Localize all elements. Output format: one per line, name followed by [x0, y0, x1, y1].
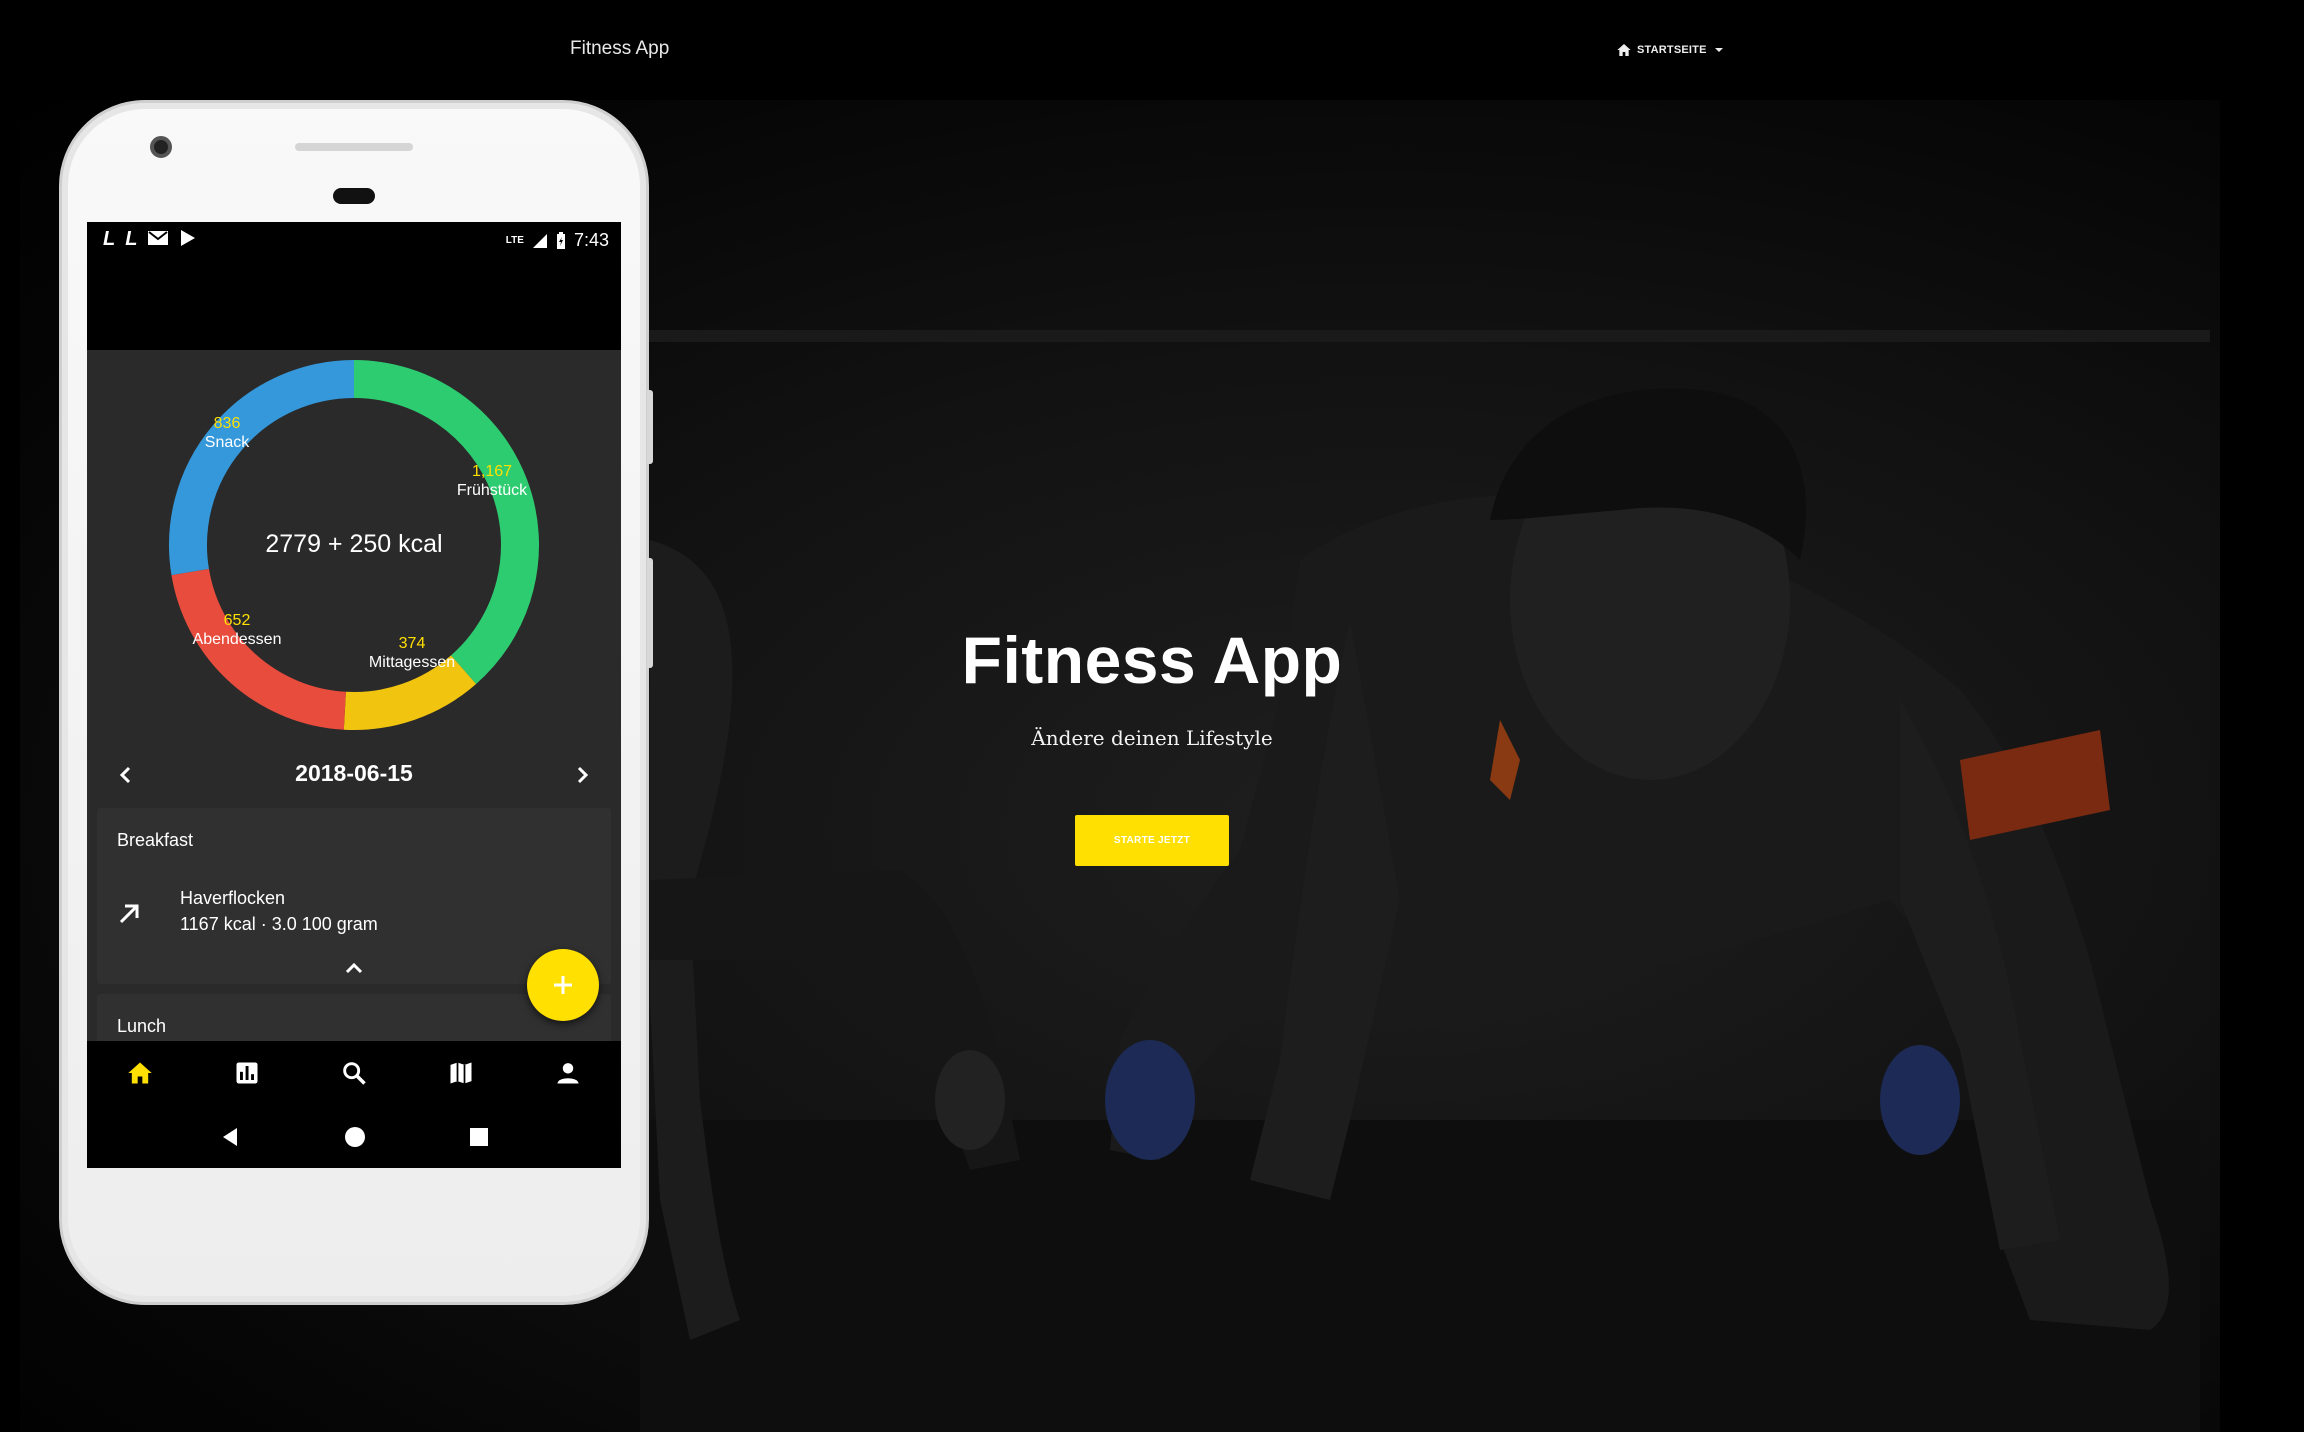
- meal-title: Breakfast: [117, 830, 194, 850]
- system-home-button[interactable]: [344, 1126, 366, 1148]
- nav-map[interactable]: [431, 1043, 491, 1103]
- person-icon: [557, 1063, 579, 1084]
- landing-page: Fitness App STARTSEITE Fitness App Änder…: [0, 0, 2304, 1432]
- status-right: LTE 7:43: [506, 230, 609, 251]
- site-header: [0, 0, 2304, 100]
- food-entry-meta: 1167 kcal · 3.0 100 gram: [180, 914, 378, 934]
- add-entry-button[interactable]: [527, 949, 599, 1021]
- donut-segment-0[interactable]: [353, 360, 539, 684]
- hero-subtitle: Ändere deinen Lifestyle: [1031, 726, 1273, 750]
- diary-content: 2779 + 250 kcal 1,167 Frühstück 374 Mitt…: [87, 350, 621, 1064]
- chevron-down-icon: [1714, 48, 1723, 52]
- map-icon: [450, 1062, 472, 1084]
- hero-title: Fitness App: [961, 623, 1343, 697]
- phone-power-button: [647, 390, 653, 464]
- nav-home[interactable]: [110, 1043, 170, 1103]
- next-day-button[interactable]: [565, 758, 599, 792]
- nav-stats[interactable]: [217, 1043, 277, 1103]
- signal-icon: [532, 233, 547, 248]
- chevron-right-icon: [577, 766, 589, 784]
- start-now-button[interactable]: STARTE JETZT: [1075, 815, 1229, 866]
- date-selector: 2018-06-15: [87, 750, 621, 800]
- notification-icons: L L: [103, 228, 197, 251]
- phone-sensor: [333, 188, 375, 204]
- segment-label-snack: 836 Snack: [204, 415, 250, 451]
- battery-charging-icon: [556, 231, 565, 249]
- calorie-donut-chart: 2779 + 250 kcal 1,167 Frühstück 374 Mitt…: [87, 350, 621, 740]
- play-store-icon: [181, 230, 196, 246]
- recents-icon: [470, 1127, 489, 1146]
- meal-title: Lunch: [117, 1016, 167, 1036]
- back-icon: [222, 1127, 237, 1146]
- phone-volume-button: [647, 558, 653, 668]
- total-calories: 2779 + 250 kcal: [265, 530, 443, 558]
- bottom-navigation: [87, 1041, 621, 1105]
- donut-segment-1[interactable]: [343, 655, 477, 730]
- nav-search[interactable]: [324, 1043, 384, 1103]
- status-time: 7:43: [573, 230, 609, 250]
- nav-profile[interactable]: [538, 1043, 598, 1103]
- nav-home-label: STARTSEITE: [1637, 44, 1707, 56]
- home-icon: [128, 1062, 153, 1084]
- plus-icon: [554, 976, 572, 994]
- notification-l-icon: L: [125, 228, 138, 250]
- phone-screen: L L LTE 7:43 2779 + 250 kcal 1,167 Frühs…: [87, 222, 621, 1168]
- house-icon: [1617, 44, 1631, 56]
- phone-camera: [150, 136, 172, 158]
- stats-icon: [236, 1062, 258, 1084]
- system-recents-button[interactable]: [469, 1127, 489, 1147]
- current-date: 2018-06-15: [295, 760, 413, 786]
- search-icon: [343, 1062, 366, 1085]
- segment-label-abendessen: 652 Abendessen: [192, 612, 282, 648]
- home-circle-icon: [344, 1126, 365, 1147]
- system-navigation-bar: [87, 1105, 621, 1168]
- chevron-up-icon: [345, 962, 363, 974]
- mail-icon: [148, 231, 169, 245]
- notification-l-icon: L: [103, 228, 116, 250]
- system-back-button[interactable]: [219, 1126, 241, 1148]
- phone-speaker: [295, 143, 413, 151]
- collapse-button[interactable]: [337, 956, 371, 980]
- network-type: LTE: [505, 235, 524, 246]
- segment-label-mittagessen: 374 Mittagessen: [368, 635, 456, 671]
- segment-label-fruehstueck: 1,167 Frühstück: [456, 463, 528, 499]
- food-entry-name[interactable]: Haverflocken: [180, 888, 285, 909]
- arrow-up-right-icon[interactable]: [115, 900, 143, 928]
- app-bar: [87, 258, 621, 350]
- status-bar: L L LTE 7:43: [87, 222, 621, 258]
- meal-card-breakfast[interactable]: Breakfast Haverflocken 1167 kcal · 3.0 1…: [97, 808, 611, 984]
- nav-home-menu[interactable]: STARTSEITE: [1616, 42, 1723, 58]
- site-brand[interactable]: Fitness App: [570, 38, 669, 60]
